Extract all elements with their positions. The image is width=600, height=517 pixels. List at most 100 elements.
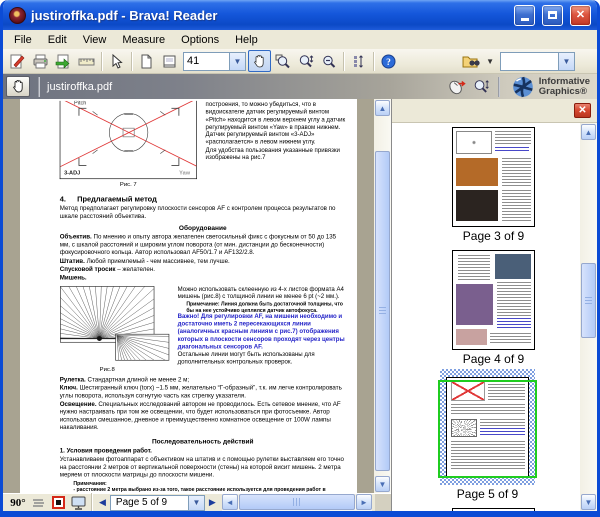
- thumbnail-panel-header: ✕: [392, 99, 597, 123]
- menu-item-measure[interactable]: Measure: [114, 32, 173, 48]
- toolbar: ▼ ? ▼ ▼: [3, 49, 597, 74]
- zoom-window-icon[interactable]: [271, 50, 294, 72]
- menu-item-help[interactable]: Help: [227, 32, 266, 48]
- thumbnail-page-image[interactable]: [452, 127, 535, 227]
- thumbnail-list: Page 3 of 9 Page 4 of 9 Page 5 of 9: [392, 123, 580, 511]
- page-select-dropdown[interactable]: ▼: [187, 494, 205, 511]
- mouse-pan-icon[interactable]: [448, 77, 467, 96]
- brand-logo: Informative Graphics®: [507, 75, 594, 99]
- rotate-90-button[interactable]: 90°: [8, 495, 28, 511]
- menu-bar: File Edit View Measure Options Help: [3, 30, 597, 49]
- step1-title: 1. Условия проведения работ.: [59, 448, 152, 455]
- document-tab-bar: justiroffka.pdf Informative Graphics®: [3, 74, 597, 99]
- document-paragraph: Важно! Для регулировки AF, на мишени нео…: [177, 313, 345, 351]
- zoom-updown-icon[interactable]: [471, 77, 490, 96]
- title-bar[interactable]: justiroffka.pdf - Brava! Reader ✕: [3, 0, 597, 30]
- tools-paragraphs: Рулетка. Стандартная длиной не менее 2 м…: [60, 376, 346, 432]
- thumbnail-content-block: [457, 254, 491, 281]
- scroll-right-button[interactable]: ►: [356, 494, 372, 510]
- search-combo-dropdown[interactable]: ▼: [558, 51, 575, 71]
- search-combo-field[interactable]: [500, 51, 558, 71]
- scroll-up-button[interactable]: ▲: [375, 100, 390, 116]
- thumbnail-scroll-up[interactable]: ▲: [581, 124, 596, 140]
- figure7-label-3adj: 3-ADJ: [64, 170, 81, 177]
- maximize-button[interactable]: [542, 4, 563, 26]
- document-vertical-scrollbar[interactable]: ▲ ▼: [374, 99, 391, 493]
- thumbnail-content-block: [490, 333, 531, 346]
- menu-item-view[interactable]: View: [75, 32, 115, 48]
- zoom-input[interactable]: [183, 51, 229, 71]
- zoom-out-icon[interactable]: [317, 50, 340, 72]
- zoom-dropdown-button[interactable]: ▼: [229, 51, 246, 71]
- new-page-icon[interactable]: [135, 50, 158, 72]
- current-view-rectangle: [438, 380, 537, 478]
- previous-page-button[interactable]: ◀: [95, 497, 110, 508]
- document-horizontal-scrollbar[interactable]: ◄ ►: [221, 494, 372, 511]
- next-page-button[interactable]: ▶: [205, 497, 220, 508]
- thumbnail-page-image[interactable]: [452, 508, 535, 511]
- search-dropdown-arrow[interactable]: ▼: [486, 57, 494, 66]
- thumbnail-label: Page 5 of 9: [456, 487, 519, 501]
- document-paragraph: Спусковой тросик – желателен.: [59, 266, 155, 273]
- page-select-value[interactable]: Page 5 of 9: [109, 494, 188, 511]
- minimize-button[interactable]: [514, 4, 535, 26]
- section4-paragraph: Метод предполагает регулировку плоскости…: [59, 205, 336, 220]
- close-button[interactable]: ✕: [570, 4, 591, 26]
- menu-item-file[interactable]: File: [6, 32, 40, 48]
- fullscreen-button[interactable]: [68, 495, 88, 511]
- document-viewport[interactable]: Pitch 3-ADJ Yaw Рис. 7 построения, то мо…: [3, 99, 391, 493]
- tab-separator: [497, 76, 499, 97]
- pan-hand-icon[interactable]: [248, 50, 271, 72]
- menu-item-edit[interactable]: Edit: [40, 32, 75, 48]
- thumbnail-page-5-of-9[interactable]: [438, 369, 537, 485]
- thumbnail-page-image[interactable]: [452, 250, 535, 350]
- notes-list: - расстояние 2 метра выбрано из-за того,…: [60, 486, 346, 493]
- markup-icon[interactable]: [6, 50, 29, 72]
- thumbnail-page-4-of-9[interactable]: [446, 250, 541, 350]
- figure7-top-label: Pitch: [73, 100, 87, 106]
- thumbnail-partial[interactable]: [446, 508, 541, 511]
- brand-line1: Informative: [538, 75, 590, 87]
- equipment-heading: Оборудование: [178, 224, 227, 233]
- thumbnail-scroll-thumb[interactable]: [581, 263, 596, 338]
- document-tab[interactable]: justiroffka.pdf: [47, 81, 448, 93]
- equipment-paragraphs: Объектив. По мнению и опыту автора желат…: [60, 234, 346, 283]
- magnifier-window-button[interactable]: [48, 495, 68, 511]
- search-folder-icon[interactable]: ▼: [460, 50, 494, 72]
- thumbnail-content-block: [501, 158, 531, 186]
- app-window: justiroffka.pdf - Brava! Reader ✕ File Ed…: [0, 0, 600, 517]
- fit-height-icon[interactable]: [347, 50, 370, 72]
- figure-7: Pitch 3-ADJ Yaw Рис. 7: [59, 100, 197, 189]
- thumbnail-page-3-of-9[interactable]: [446, 127, 541, 227]
- layers-button[interactable]: [28, 495, 48, 511]
- document-paragraph: Объектив. По мнению и опыту автора желат…: [59, 233, 337, 257]
- thumbnail-scrollbar[interactable]: ▲ ▼: [580, 123, 597, 511]
- zoom-dynamic-icon[interactable]: [294, 50, 317, 72]
- export-icon[interactable]: [52, 50, 75, 72]
- horizontal-scroll-thumb[interactable]: [238, 494, 355, 510]
- status-separator: [91, 493, 92, 511]
- document-paragraph: Остальные линии могут быть использованы …: [177, 350, 315, 366]
- select-icon[interactable]: [105, 50, 128, 72]
- document-paragraph: Штатив. Любой приемлемый - чем массивнее…: [59, 257, 230, 265]
- help-icon[interactable]: ?: [377, 50, 400, 72]
- hand-tool-button[interactable]: [6, 76, 30, 97]
- search-combobox: ▼: [500, 51, 575, 71]
- thumbnail-content-block: [456, 329, 487, 346]
- scroll-left-button[interactable]: ◄: [221, 494, 238, 510]
- toolbar-separator: [343, 51, 344, 71]
- thumbnail-content-block: [495, 130, 531, 145]
- figure7-side-text: построения, то можно убедиться, что в ви…: [206, 101, 346, 189]
- status-bar: 90° ◀ Page 5 of 9 ▼ ▶ ◄ ►: [3, 493, 391, 511]
- menu-item-options[interactable]: Options: [173, 32, 227, 48]
- thumbnail-content-block: [501, 189, 531, 222]
- figure8-caption: Рис.8: [99, 365, 115, 373]
- measure-icon[interactable]: [75, 50, 98, 72]
- print-icon[interactable]: [29, 50, 52, 72]
- panel-close-icon[interactable]: ✕: [574, 103, 591, 118]
- thumbnail-content-block: [495, 253, 531, 280]
- scroll-down-button[interactable]: ▼: [375, 476, 390, 492]
- fit-page-icon[interactable]: [158, 50, 181, 72]
- thumbnail-scroll-down[interactable]: ▼: [581, 494, 596, 510]
- scroll-thumb[interactable]: [375, 151, 390, 471]
